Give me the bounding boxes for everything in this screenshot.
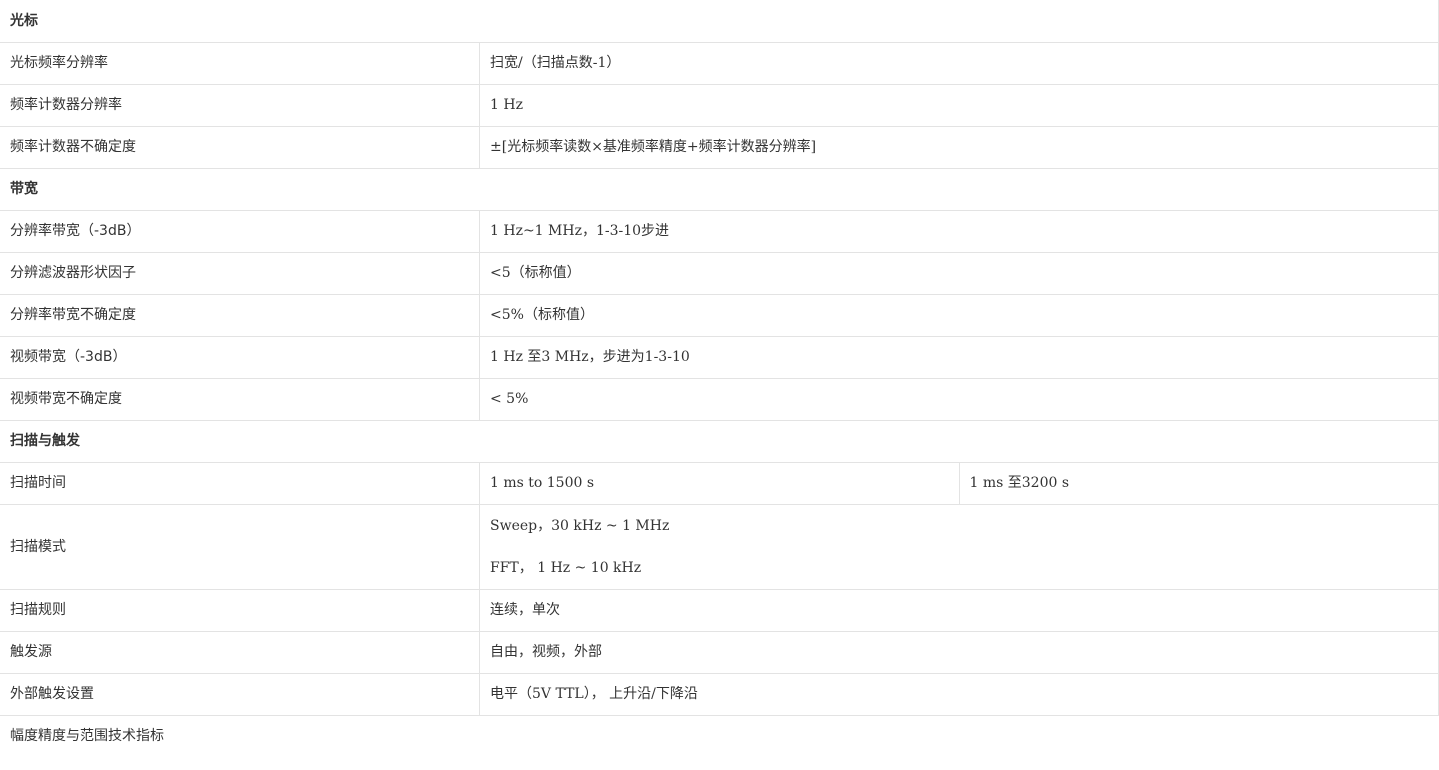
- spec-value: <5（标称值）: [479, 252, 1439, 295]
- table-row: 扫描规则 连续，单次: [0, 589, 1439, 632]
- spec-value: 扫宽/（扫描点数-1）: [479, 42, 1439, 85]
- spec-value-line: Sweep，30 kHz ~ 1 MHz: [490, 517, 670, 534]
- spec-value: ±[光标频率读数×基准频率精度+频率计数器分辨率]: [479, 126, 1439, 169]
- section-header-row: 带宽: [0, 168, 1439, 211]
- spec-label: 视频带宽（-3dB）: [0, 336, 480, 379]
- table-row: 分辨滤波器形状因子 <5（标称值）: [0, 252, 1439, 295]
- spec-value-a: 1 ms to 1500 s: [479, 462, 960, 505]
- spec-label: 扫描时间: [0, 462, 480, 505]
- spec-value: <5%（标称值）: [479, 294, 1439, 337]
- spec-label: 分辨率带宽不确定度: [0, 294, 480, 337]
- spec-label: 触发源: [0, 631, 480, 674]
- spec-label: 频率计数器分辨率: [0, 84, 480, 127]
- section-header-row: 光标: [0, 0, 1439, 43]
- table-row: 光标频率分辨率 扫宽/（扫描点数-1）: [0, 42, 1439, 85]
- section-header-row: 扫描与触发: [0, 420, 1439, 463]
- table-row: 视频带宽不确定度 < 5%: [0, 378, 1439, 421]
- table-row: 扫描时间 1 ms to 1500 s 1 ms 至3200 s: [0, 462, 1439, 505]
- spec-value: 1 Hz: [479, 84, 1439, 127]
- spec-value: 自由，视频，外部: [479, 631, 1439, 674]
- spec-label: 视频带宽不确定度: [0, 378, 480, 421]
- spec-value: < 5%: [479, 378, 1439, 421]
- table-row: 分辨率带宽不确定度 <5%（标称值）: [0, 294, 1439, 337]
- spec-value: 电平（5V TTL）， 上升沿/下降沿: [479, 673, 1439, 716]
- spec-value-line: FFT， 1 Hz ~ 10 kHz: [490, 559, 642, 576]
- section-title: 光标: [0, 0, 1439, 43]
- spec-value: 1 Hz 至3 MHz，步进为1-3-10: [479, 336, 1439, 379]
- spec-table: 光标 光标频率分辨率 扫宽/（扫描点数-1） 频率计数器分辨率 1 Hz 频率计…: [0, 0, 1439, 757]
- footer-heading: 幅度精度与范围技术指标: [10, 728, 164, 745]
- table-row: 频率计数器不确定度 ±[光标频率读数×基准频率精度+频率计数器分辨率]: [0, 126, 1439, 169]
- section-title: 扫描与触发: [0, 420, 1439, 463]
- spec-value: 1 Hz~1 MHz，1-3-10步进: [479, 210, 1439, 253]
- spec-label: 频率计数器不确定度: [0, 126, 480, 169]
- table-row: 触发源 自由，视频，外部: [0, 631, 1439, 674]
- spec-value-multiline: Sweep，30 kHz ~ 1 MHz FFT， 1 Hz ~ 10 kHz: [479, 504, 1439, 590]
- spec-label: 分辨率带宽（-3dB）: [0, 210, 480, 253]
- spec-value: 连续，单次: [479, 589, 1439, 632]
- spec-label: 扫描模式: [0, 504, 480, 590]
- table-row: 视频带宽（-3dB） 1 Hz 至3 MHz，步进为1-3-10: [0, 336, 1439, 379]
- table-row: 扫描模式 Sweep，30 kHz ~ 1 MHz FFT， 1 Hz ~ 10…: [0, 504, 1439, 590]
- spec-label: 光标频率分辨率: [0, 42, 480, 85]
- spec-label: 扫描规则: [0, 589, 480, 632]
- table-row: 分辨率带宽（-3dB） 1 Hz~1 MHz，1-3-10步进: [0, 210, 1439, 253]
- spec-value-b: 1 ms 至3200 s: [958, 462, 1439, 505]
- footer-row: 幅度精度与范围技术指标: [0, 715, 1439, 757]
- spec-label: 外部触发设置: [0, 673, 480, 716]
- section-title: 带宽: [0, 168, 1439, 211]
- spec-label: 分辨滤波器形状因子: [0, 252, 480, 295]
- table-row: 外部触发设置 电平（5V TTL）， 上升沿/下降沿: [0, 673, 1439, 716]
- table-row: 频率计数器分辨率 1 Hz: [0, 84, 1439, 127]
